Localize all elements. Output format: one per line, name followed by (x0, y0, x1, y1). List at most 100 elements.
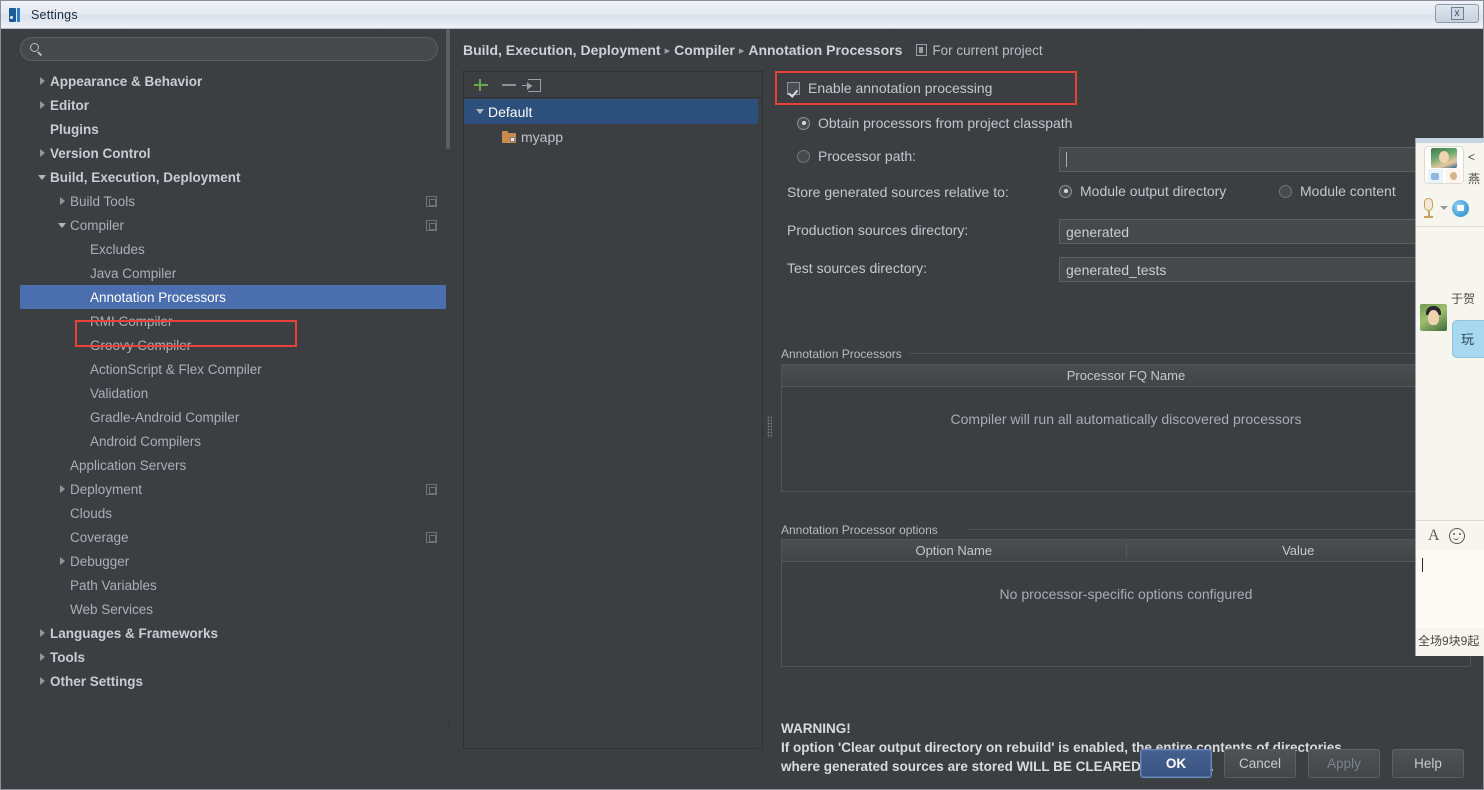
close-button[interactable]: x (1435, 4, 1479, 23)
breadcrumb-part-2[interactable]: Compiler (674, 42, 735, 58)
processor-path-radio[interactable] (797, 149, 810, 163)
microphone-icon[interactable] (1422, 198, 1436, 218)
enable-annotation-processing-row[interactable]: Enable annotation processing (787, 80, 992, 96)
profile-node-default[interactable]: Default (464, 99, 762, 124)
sidebar-item-groovy-compiler[interactable]: Groovy Compiler (20, 333, 450, 357)
panel-splitter[interactable] (764, 71, 775, 749)
processor-path-input[interactable] (1059, 147, 1471, 172)
chevron-right-icon[interactable] (34, 149, 50, 157)
breadcrumb-part-1[interactable]: Build, Execution, Deployment (463, 42, 661, 58)
sidebar-item-label: Editor (50, 97, 89, 113)
sidebar-item-label: Web Services (70, 601, 154, 617)
remove-icon[interactable] (500, 76, 518, 94)
chevron-right-icon[interactable] (34, 101, 50, 109)
sidebar-item-build-execution-deployment[interactable]: Build, Execution, Deployment (20, 165, 450, 189)
chevron-right-icon[interactable] (34, 77, 50, 85)
sidebar-item-languages-frameworks[interactable]: Languages & Frameworks (20, 621, 450, 645)
sidebar-item-label: Clouds (70, 505, 113, 521)
sidebar-item-gradle-android-compiler[interactable]: Gradle-Android Compiler (20, 405, 450, 429)
font-icon[interactable]: A (1428, 527, 1440, 545)
sidebar-item-debugger[interactable]: Debugger (20, 549, 450, 573)
sidebar-item-appearance-behavior[interactable]: Appearance & Behavior (20, 69, 450, 93)
dialog-footer: OK Cancel Apply Help (2, 737, 1482, 789)
sidebar-item-plugins[interactable]: Plugins (20, 117, 450, 141)
move-to-icon[interactable] (522, 79, 541, 92)
sidebar-item-excludes[interactable]: Excludes (20, 237, 450, 261)
sidebar-item-path-variables[interactable]: Path Variables (20, 573, 450, 597)
sidebar-item-tools[interactable]: Tools (20, 645, 450, 669)
chevron-right-icon[interactable] (34, 629, 50, 637)
obtain-from-classpath-row[interactable]: Obtain processors from project classpath (797, 115, 1072, 131)
chat-window-overlay[interactable]: < 燕 于贺 玩 A 全场9块9起 (1415, 138, 1484, 656)
add-icon[interactable] (472, 76, 490, 94)
sidebar-item-compiler[interactable]: Compiler (20, 213, 450, 237)
chat-message-input[interactable] (1416, 550, 1484, 628)
options-table-header: Option Name Value (782, 540, 1470, 562)
store-option-module-content-row[interactable]: Module content (1279, 183, 1396, 199)
search-box[interactable] (20, 37, 438, 61)
sidebar-item-application-servers[interactable]: Application Servers (20, 453, 450, 477)
sidebar-item-label: ActionScript & Flex Compiler (90, 361, 262, 377)
video-call-icon[interactable] (1452, 199, 1469, 217)
sidebar-item-annotation-processors[interactable]: Annotation Processors (20, 285, 450, 309)
chevron-down-icon[interactable] (34, 174, 50, 180)
sidebar-item-label: Appearance & Behavior (50, 73, 203, 89)
sidebar-item-build-tools[interactable]: Build Tools (20, 189, 450, 213)
module-output-directory-radio[interactable] (1059, 184, 1072, 198)
sidebar-item-validation[interactable]: Validation (20, 381, 450, 405)
cancel-button[interactable]: Cancel (1223, 748, 1296, 778)
sidebar-item-label: Debugger (70, 553, 130, 569)
profile-scrollbar[interactable] (758, 99, 762, 749)
processors-col-fq-name[interactable]: Processor FQ Name (782, 368, 1470, 383)
processor-path-row[interactable]: Processor path: (797, 148, 916, 164)
sidebar-item-label: Deployment (70, 481, 143, 497)
chevron-right-icon[interactable] (34, 677, 50, 685)
sidebar-scrollbar-thumb[interactable] (446, 29, 450, 149)
chevron-right-icon[interactable] (34, 653, 50, 661)
sidebar-item-rmi-compiler[interactable]: RMI Compiler (20, 309, 450, 333)
sidebar-item-other-settings[interactable]: Other Settings (20, 669, 450, 693)
search-icon (30, 42, 43, 56)
chevron-down-icon[interactable] (1440, 206, 1448, 210)
production-sources-input[interactable]: generated (1059, 219, 1471, 244)
sidebar-item-label: Coverage (70, 529, 129, 545)
contact-avatar-card[interactable] (1424, 146, 1464, 184)
store-option-module-output-row[interactable]: Module output directory (1059, 183, 1226, 199)
apply-button[interactable]: Apply (1308, 748, 1380, 778)
sidebar-item-editor[interactable]: Editor (20, 93, 450, 117)
chevron-right-icon[interactable] (54, 557, 70, 565)
search-input[interactable] (49, 41, 437, 57)
chevron-right-icon[interactable] (54, 197, 70, 205)
enable-annotation-processing-checkbox[interactable] (787, 81, 800, 95)
help-button[interactable]: Help (1392, 748, 1464, 778)
ok-button[interactable]: OK (1139, 748, 1212, 778)
chevron-down-icon[interactable] (54, 222, 70, 228)
sidebar-item-android-compilers[interactable]: Android Compilers (20, 429, 450, 453)
sidebar-item-web-services[interactable]: Web Services (20, 597, 450, 621)
processors-table[interactable]: Processor FQ Name Compiler will run all … (781, 364, 1471, 492)
obtain-from-classpath-radio[interactable] (797, 116, 810, 130)
sidebar-scrollbar[interactable] (446, 29, 450, 719)
sidebar-item-deployment[interactable]: Deployment (20, 477, 450, 501)
sidebar-item-java-compiler[interactable]: Java Compiler (20, 261, 450, 285)
profile-node-myapp[interactable]: myapp (464, 124, 762, 149)
chevron-right-icon[interactable] (54, 485, 70, 493)
test-sources-input[interactable]: generated_tests (1059, 257, 1471, 282)
message-sender-name: 于贺 (1451, 292, 1476, 306)
sidebar-item-version-control[interactable]: Version Control (20, 141, 450, 165)
chevron-down-icon[interactable] (472, 109, 488, 114)
sidebar-item-clouds[interactable]: Clouds (20, 501, 450, 525)
sidebar-item-actionscript-flex-compiler[interactable]: ActionScript & Flex Compiler (20, 357, 450, 381)
settings-dialog: Settings x Appearance & Behavior Editor Pl… (0, 0, 1484, 790)
sidebar-item-label: Groovy Compiler (90, 337, 192, 353)
sidebar-item-label: Build, Execution, Deployment (50, 169, 241, 185)
enable-annotation-processing-label: Enable annotation processing (808, 80, 993, 96)
options-col-option-name[interactable]: Option Name (782, 543, 1126, 558)
splitter-handle-icon[interactable] (767, 416, 772, 438)
sidebar-item-coverage[interactable]: Coverage (20, 525, 450, 549)
text-caret (1422, 558, 1423, 572)
emoji-icon[interactable] (1448, 527, 1465, 544)
options-table[interactable]: Option Name Value No processor-specific … (781, 539, 1471, 667)
message-avatar[interactable] (1420, 304, 1447, 331)
module-content-root-radio[interactable] (1279, 184, 1292, 198)
